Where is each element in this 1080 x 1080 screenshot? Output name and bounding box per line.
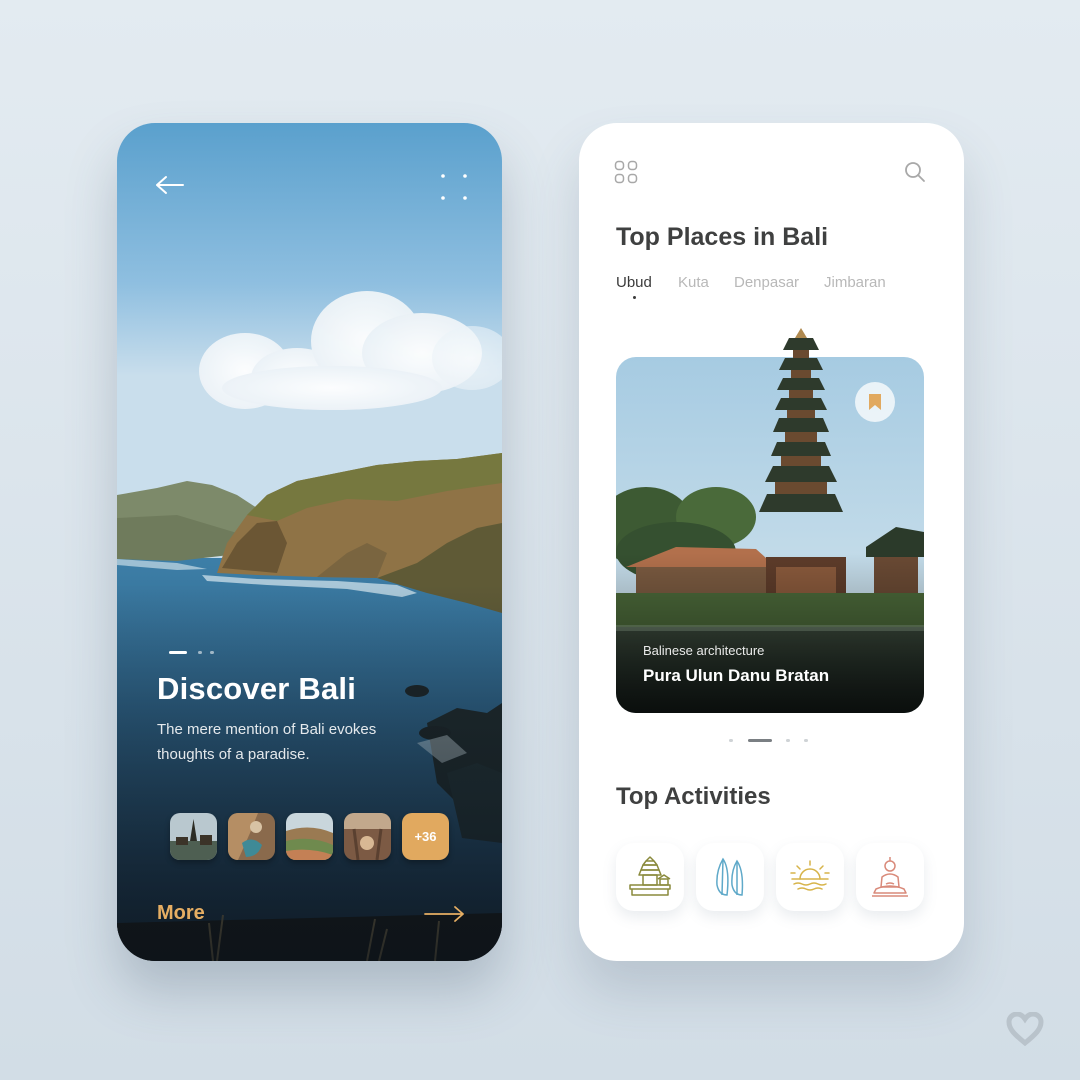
pager-dot[interactable] [198,651,202,654]
surfboard-icon [716,857,744,896]
tab-kuta[interactable]: Kuta [678,274,709,291]
active-tab-indicator [633,296,636,299]
arrow-right-icon[interactable] [423,904,467,924]
pager-dot-active[interactable] [169,651,187,654]
bookmark-button[interactable] [855,382,895,422]
discover-screen: Discover Bali The mere mention of Bali e… [117,123,502,961]
activity-meditation[interactable] [856,843,924,911]
more-link[interactable]: More [157,902,205,925]
tab-ubud[interactable]: Ubud [616,274,652,291]
place-category: Balinese architecture [643,643,765,658]
pager-dot[interactable] [729,739,733,742]
activities-heading: Top Activities [616,783,771,810]
places-heading: Top Places in Bali [616,223,829,251]
heart-watermark-icon [1006,1012,1044,1046]
menu-grid-icon[interactable] [614,160,638,184]
rice-terrace-thumb[interactable] [286,813,333,860]
page-title: Discover Bali [157,671,357,706]
place-name: Pura Ulun Danu Bratan [643,666,830,685]
activity-temple[interactable] [616,843,684,911]
swing-thumb[interactable] [344,813,391,860]
tab-denpasar[interactable]: Denpasar [734,274,799,291]
temple-icon [629,856,671,896]
search-icon[interactable] [904,161,926,183]
places-screen: Top Places in Bali Ubud Kuta Denpasar Ji… [579,123,964,961]
hero-pager [169,651,229,655]
pager-dot-active[interactable] [748,739,772,742]
page-description: The mere mention of Bali evokes thoughts… [157,721,377,763]
pager-dot[interactable] [786,739,790,742]
activity-surfing[interactable] [696,843,764,911]
meru-tower [759,328,843,512]
back-arrow-icon[interactable] [153,173,187,197]
grid-dots-icon[interactable] [440,173,468,201]
temple-thumb[interactable] [170,813,217,860]
card-pager [729,739,809,743]
bookmark-icon [869,394,881,410]
more-photos-badge[interactable]: +36 [402,813,449,860]
tab-jimbaran[interactable]: Jimbaran [824,274,886,291]
pager-dot[interactable] [804,739,808,742]
gallery-thumbnails: +36 [170,813,449,861]
sunset-icon [790,860,830,891]
pager-dot[interactable] [210,651,214,654]
buddha-icon [872,857,908,897]
activity-sunset[interactable] [776,843,844,911]
cliff-thumb[interactable] [228,813,275,860]
